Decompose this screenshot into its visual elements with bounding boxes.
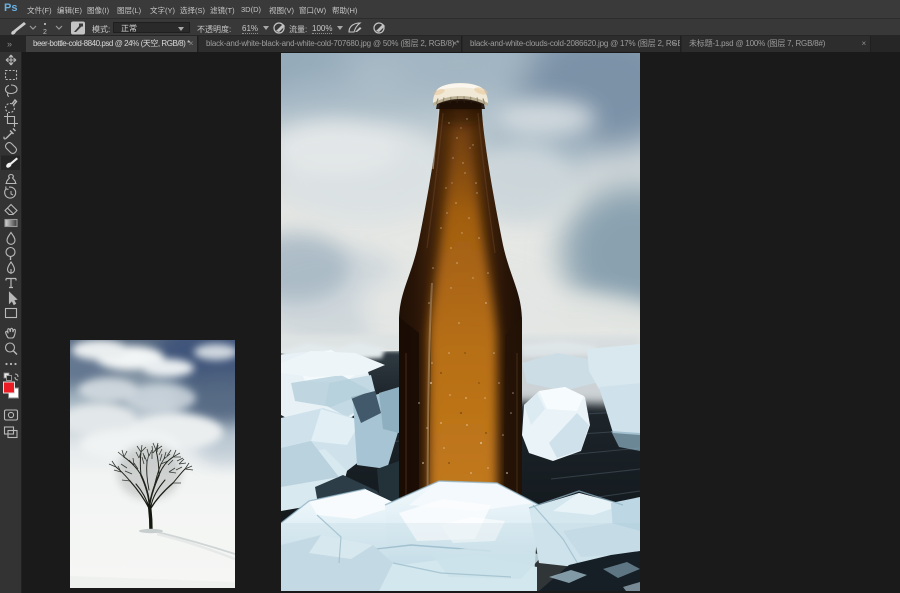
svg-text:2: 2 bbox=[43, 29, 47, 36]
